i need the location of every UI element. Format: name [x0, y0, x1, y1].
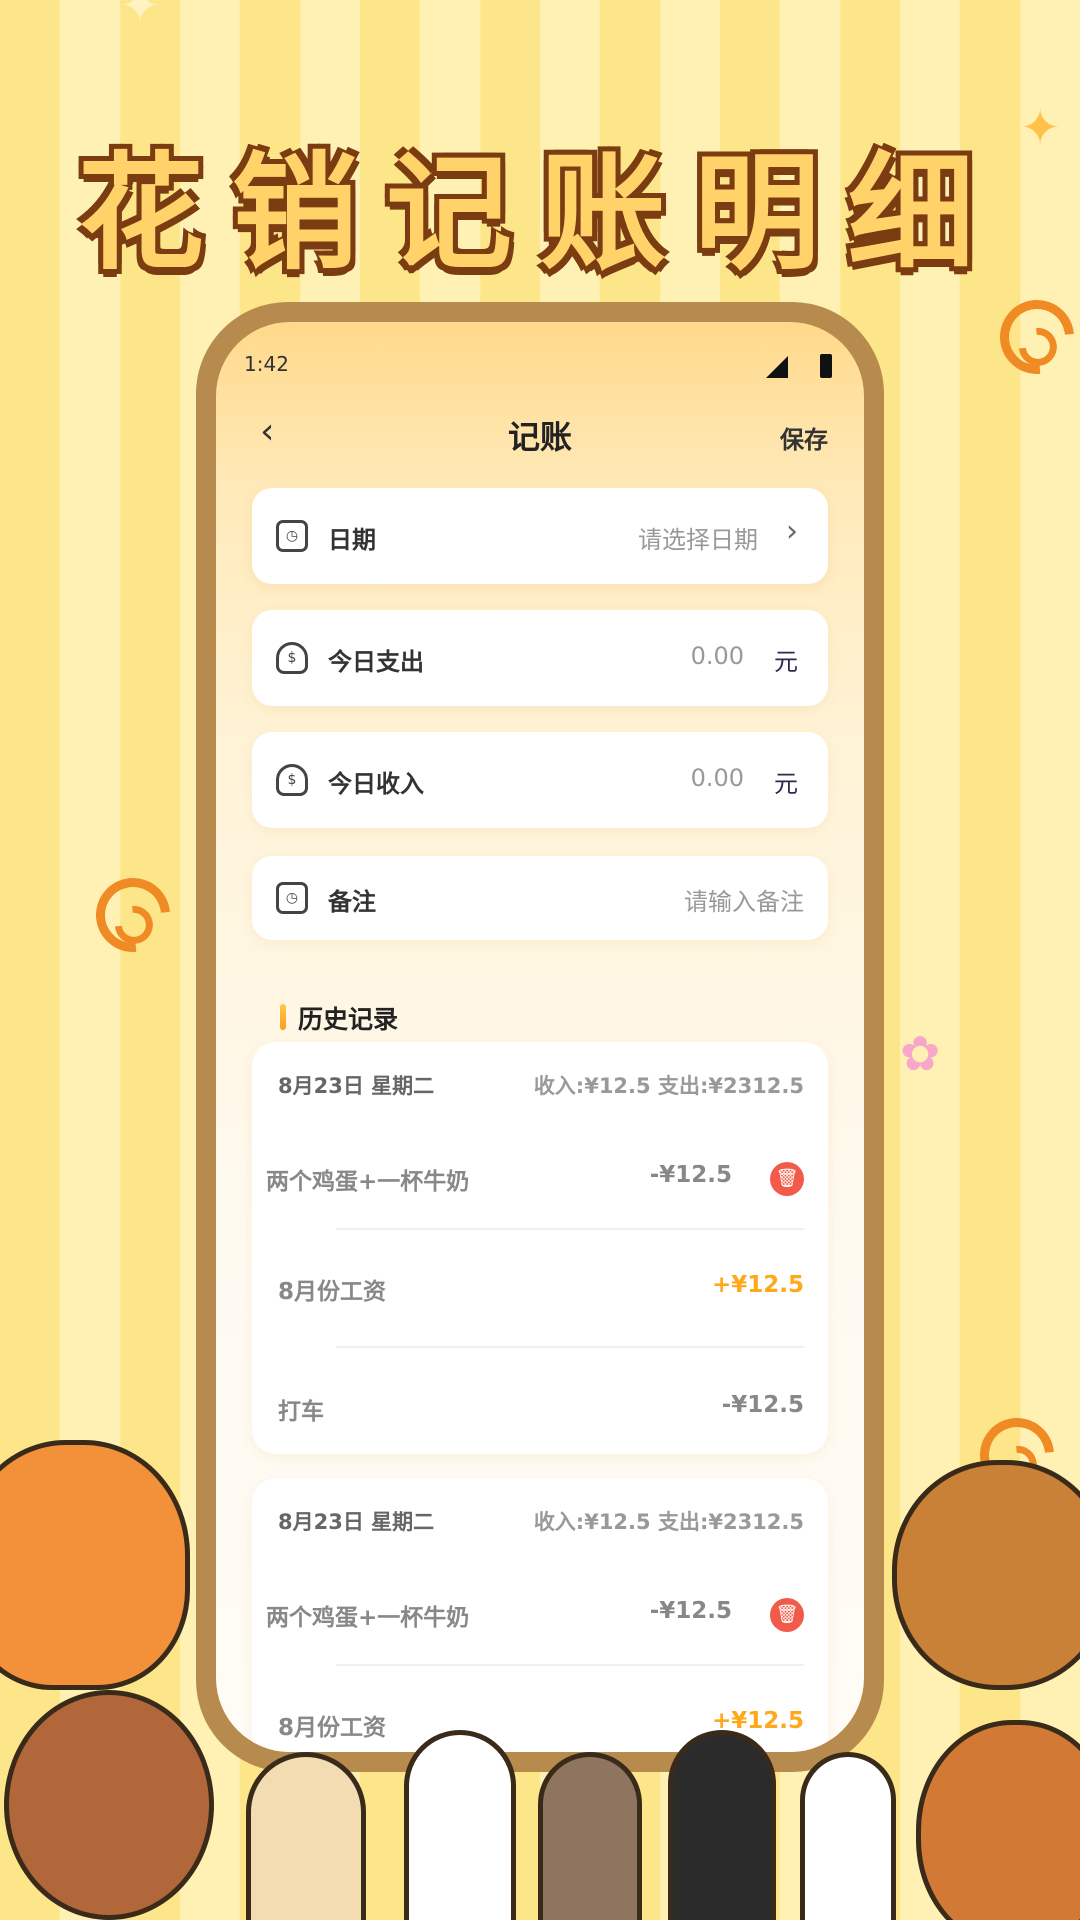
history-date: 8月23日 星期二	[278, 1510, 435, 1534]
nav-bar: ‹ 记账 保存	[216, 404, 864, 464]
flower-decoration: ✿	[900, 1026, 941, 1082]
date-field[interactable]: ◷ 日期 请选择日期 ›	[252, 488, 828, 584]
income-unit: 元	[774, 770, 798, 798]
delete-icon[interactable]: 🗑	[770, 1162, 804, 1196]
chevron-right-icon: ›	[786, 514, 798, 549]
clock-icon: ◷	[276, 882, 308, 914]
expense-input[interactable]: 0.00	[691, 642, 744, 670]
history-item[interactable]: 两个鸡蛋+一杯牛奶 -¥12.5 🗑	[252, 1584, 828, 1644]
history-item-amount: -¥12.5	[649, 1598, 732, 1624]
history-item[interactable]: 8月份工资 +¥12.5	[252, 1258, 828, 1318]
save-button[interactable]: 保存	[780, 420, 828, 455]
history-item-name: 两个鸡蛋+一杯牛奶	[266, 1169, 470, 1195]
history-summary: 收入:¥12.5 支出:¥2312.5	[533, 1510, 804, 1534]
income-input[interactable]: 0.00	[691, 764, 744, 792]
note-label: 备注	[328, 888, 376, 916]
income-field[interactable]: $ 今日收入 0.00 元	[252, 732, 828, 828]
history-item-amount: -¥12.5	[721, 1392, 804, 1418]
history-group: 8月23日 星期二 收入:¥12.5 支出:¥2312.5 两个鸡蛋+一杯牛奶 …	[252, 1042, 828, 1454]
history-item[interactable]: 两个鸡蛋+一杯牛奶 -¥12.5 🗑	[252, 1148, 828, 1208]
expense-label: 今日支出	[328, 648, 424, 676]
divider	[336, 1346, 804, 1348]
history-title-text: 历史记录	[298, 1005, 399, 1034]
battery-icon	[820, 354, 832, 378]
star-decoration: ✦	[1020, 100, 1061, 156]
phone-frame: 1:42 ‹ 记账 保存 ◷ 日期 请选择日期 › $ 今日支出 0.00 元 …	[196, 302, 884, 1772]
paw-illustration	[538, 1752, 642, 1920]
swirl-decoration	[984, 284, 1080, 390]
divider	[336, 1228, 804, 1230]
money-bag-icon: $	[276, 642, 308, 674]
cat-illustration	[0, 1440, 190, 1690]
paw-illustration	[404, 1730, 516, 1920]
money-bag-icon: $	[276, 764, 308, 796]
paw-illustration	[668, 1730, 776, 1920]
note-field[interactable]: ◷ 备注 请输入备注	[252, 856, 828, 940]
date-placeholder: 请选择日期	[638, 526, 758, 554]
status-time: 1:42	[244, 352, 289, 376]
clock-icon: ◷	[276, 520, 308, 552]
dog-illustration	[892, 1460, 1080, 1690]
history-item[interactable]: 打车 -¥12.5	[252, 1378, 828, 1438]
signal-icon	[766, 356, 788, 378]
history-group: 8月23日 星期二 收入:¥12.5 支出:¥2312.5 两个鸡蛋+一杯牛奶 …	[252, 1478, 828, 1752]
phone-screen: 1:42 ‹ 记账 保存 ◷ 日期 请选择日期 › $ 今日支出 0.00 元 …	[216, 322, 864, 1752]
history-item-name: 8月份工资	[278, 1715, 387, 1741]
section-accent-bar	[280, 1004, 286, 1030]
date-label: 日期	[328, 526, 376, 554]
expense-unit: 元	[774, 648, 798, 676]
paw-illustration	[246, 1752, 366, 1920]
history-item-amount: +¥12.5	[711, 1272, 804, 1298]
divider	[336, 1664, 804, 1666]
income-label: 今日收入	[328, 770, 424, 798]
history-item-name: 打车	[278, 1399, 324, 1425]
status-bar: 1:42	[244, 352, 836, 382]
paw-illustration	[800, 1752, 896, 1920]
poodle-illustration	[4, 1690, 214, 1920]
history-date: 8月23日 星期二	[278, 1074, 435, 1098]
note-input[interactable]: 请输入备注	[684, 882, 804, 917]
history-summary: 收入:¥12.5 支出:¥2312.5	[533, 1074, 804, 1098]
page-title: 记账	[507, 418, 572, 456]
history-item-amount: -¥12.5	[649, 1162, 732, 1188]
promo-title: 花销记账明细	[78, 140, 1002, 287]
history-item-name: 8月份工资	[278, 1279, 387, 1305]
swirl-decoration	[80, 862, 186, 968]
expense-field[interactable]: $ 今日支出 0.00 元	[252, 610, 828, 706]
dog-illustration	[916, 1720, 1080, 1920]
delete-icon[interactable]: 🗑	[770, 1598, 804, 1632]
history-item-name: 两个鸡蛋+一杯牛奶	[266, 1605, 470, 1631]
star-decoration: ✦	[120, 0, 161, 34]
